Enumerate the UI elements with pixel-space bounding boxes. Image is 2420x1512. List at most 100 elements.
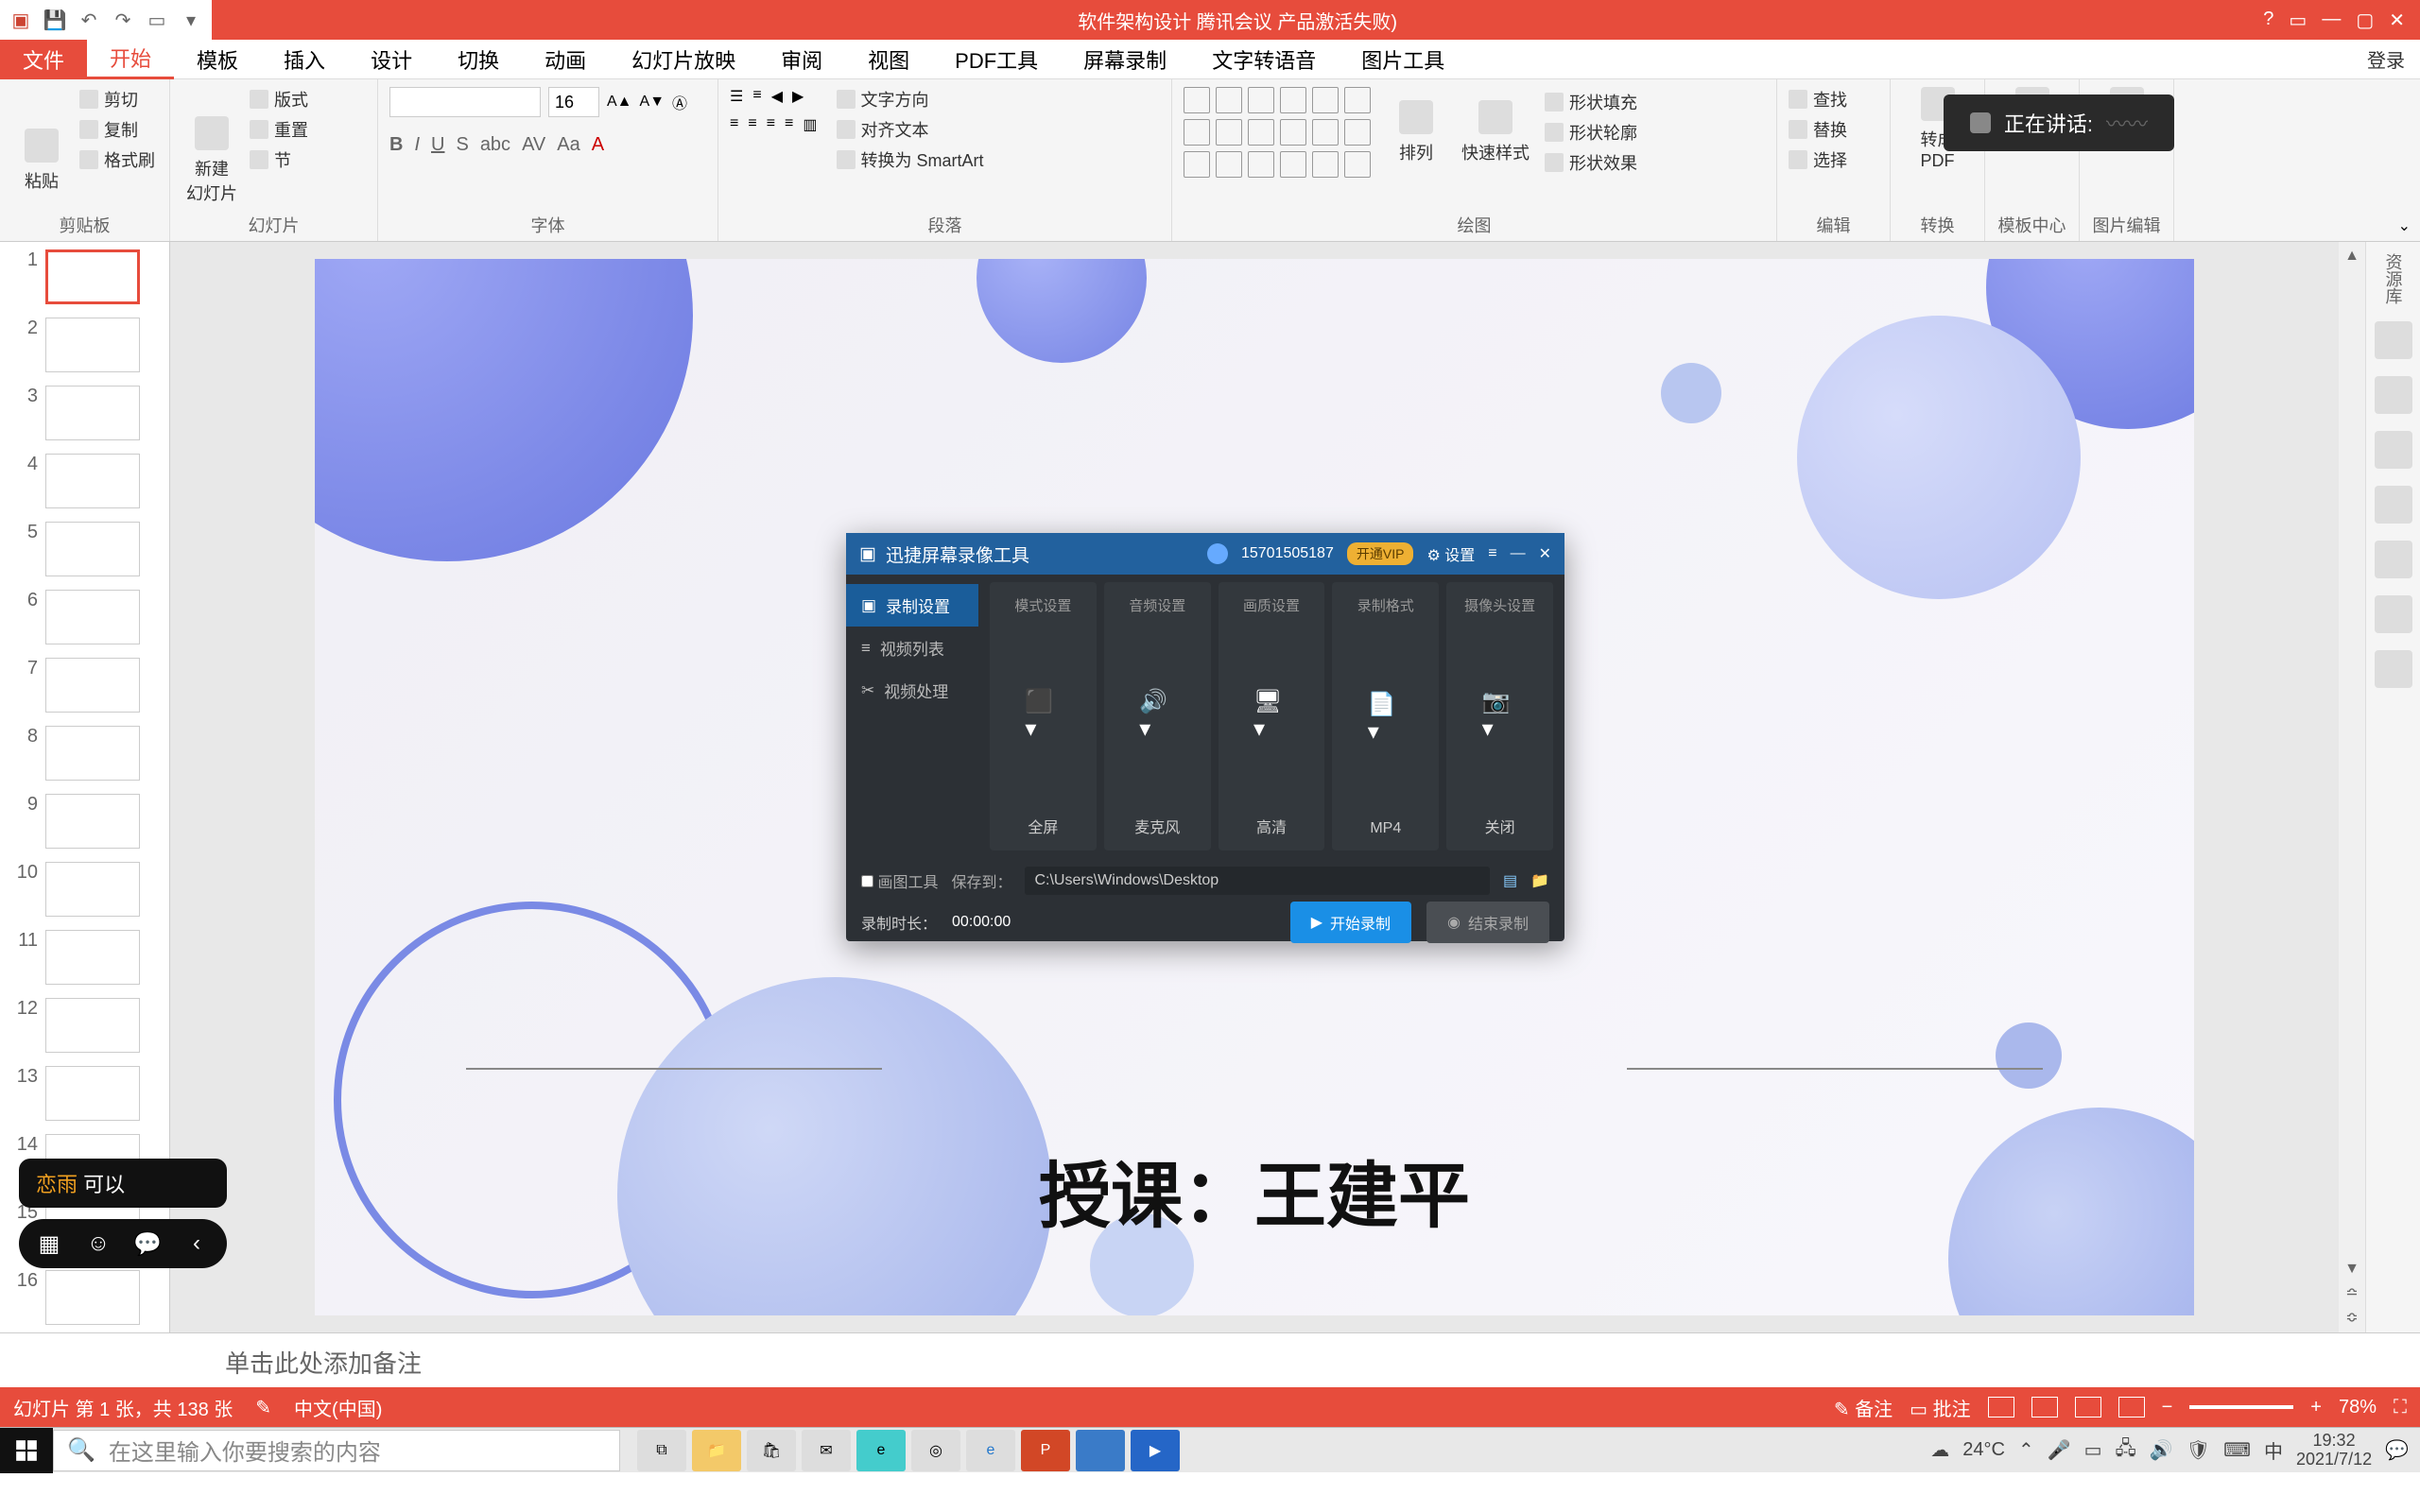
- font-family-input[interactable]: [389, 87, 541, 117]
- text-shadow-button[interactable]: abc: [480, 134, 510, 156]
- tray-network-icon[interactable]: 🖧: [2116, 1435, 2136, 1467]
- thumbnail-8[interactable]: 8: [8, 726, 162, 781]
- rside-item[interactable]: [2375, 541, 2412, 578]
- recorder-minimize-icon[interactable]: —: [1511, 545, 1526, 562]
- tab-animation[interactable]: 动画: [522, 40, 609, 79]
- shape-effects-button[interactable]: 形状效果: [1545, 150, 1637, 175]
- reset-button[interactable]: 重置: [250, 117, 308, 142]
- tray-security-icon[interactable]: 🛡: [2187, 1438, 2210, 1462]
- text-direction-button[interactable]: 文字方向: [837, 87, 984, 112]
- align-right-icon[interactable]: ≡: [767, 115, 775, 134]
- rside-item[interactable]: [2375, 431, 2412, 469]
- undo-icon[interactable]: ↶: [76, 7, 102, 33]
- minimize-icon[interactable]: —: [2322, 9, 2341, 32]
- recorder-card[interactable]: 画质设置🖥 ▾高清: [1219, 582, 1325, 850]
- quick-styles-button[interactable]: 快速样式: [1461, 100, 1530, 164]
- normal-view-icon[interactable]: [1988, 1397, 2014, 1418]
- change-case-button[interactable]: Aa: [557, 134, 579, 156]
- tray-ime-icon[interactable]: ⌨: [2223, 1438, 2251, 1462]
- scroll-down-icon[interactable]: ▼: [2344, 1261, 2360, 1278]
- thumbnail-13[interactable]: 13: [8, 1066, 162, 1121]
- slideshow-icon[interactable]: ▭: [144, 7, 170, 33]
- underline-button[interactable]: U: [431, 134, 444, 156]
- meeting-icon[interactable]: ▶: [1131, 1430, 1180, 1471]
- bold-button[interactable]: B: [389, 134, 403, 156]
- thumbnail-7[interactable]: 7: [8, 658, 162, 713]
- tab-record[interactable]: 屏幕录制: [1061, 40, 1189, 79]
- list-view-icon[interactable]: ▤: [1503, 871, 1517, 890]
- tab-design[interactable]: 设计: [348, 40, 435, 79]
- tab-image[interactable]: 图片工具: [1339, 40, 1467, 79]
- task-view-icon[interactable]: ⧉: [637, 1430, 686, 1471]
- ie-icon[interactable]: e: [966, 1430, 1015, 1471]
- rside-item[interactable]: [2375, 486, 2412, 524]
- zoom-in-icon[interactable]: +: [2310, 1397, 2322, 1418]
- recorder-settings-button[interactable]: ⚙ 设置: [1426, 542, 1475, 565]
- help-icon[interactable]: ?: [2263, 9, 2273, 32]
- thumbnail-6[interactable]: 6: [8, 590, 162, 644]
- font-color-button[interactable]: A: [592, 134, 604, 156]
- char-spacing-button[interactable]: AV: [522, 134, 545, 156]
- numbering-icon[interactable]: ≡: [752, 87, 761, 106]
- layout-button[interactable]: 版式: [250, 87, 308, 112]
- explorer-icon[interactable]: 📁: [692, 1430, 741, 1471]
- format-painter-button[interactable]: 格式刷: [79, 147, 155, 172]
- italic-button[interactable]: I: [414, 134, 420, 156]
- prev-slide-icon[interactable]: ≏: [2345, 1283, 2358, 1302]
- maximize-icon[interactable]: ▢: [2356, 9, 2374, 32]
- ribbon-display-icon[interactable]: ▭: [2289, 9, 2307, 32]
- indent-dec-icon[interactable]: ◀: [771, 87, 783, 106]
- copy-button[interactable]: 复制: [79, 117, 155, 142]
- thumbnail-16[interactable]: 16: [8, 1270, 162, 1325]
- shape-outline-button[interactable]: 形状轮廓: [1545, 120, 1637, 145]
- arrange-button[interactable]: 排列: [1386, 100, 1446, 164]
- more-qat-icon[interactable]: ▾: [178, 7, 204, 33]
- strikethrough-button[interactable]: S: [456, 134, 468, 156]
- app-icon[interactable]: ◎: [911, 1430, 960, 1471]
- collapse-ribbon-icon[interactable]: ⌄: [2398, 216, 2411, 235]
- recorder-card[interactable]: 摄像头设置📷 ▾关闭: [1446, 582, 1553, 850]
- tray-chevron-icon[interactable]: ⌃: [2018, 1438, 2034, 1462]
- thumbnail-1[interactable]: 1: [8, 249, 162, 304]
- vip-badge[interactable]: 开通VIP: [1347, 542, 1414, 565]
- indent-inc-icon[interactable]: ▶: [792, 87, 804, 106]
- cut-button[interactable]: 剪切: [79, 87, 155, 112]
- columns-icon[interactable]: ▥: [803, 115, 817, 134]
- tab-review[interactable]: 审阅: [758, 40, 845, 79]
- reading-view-icon[interactable]: [2075, 1397, 2101, 1418]
- save-icon[interactable]: 💾: [42, 7, 68, 33]
- slide[interactable]: 授课：王建平 ▣ 迅捷屏幕录像工具 15701505187 开通VIP ⚙ 设置…: [315, 259, 2194, 1315]
- thumbnail-2[interactable]: 2: [8, 318, 162, 372]
- chat-collapse-icon[interactable]: ‹: [180, 1227, 214, 1261]
- tab-template[interactable]: 模板: [174, 40, 261, 79]
- chat-apps-icon[interactable]: ▦: [32, 1227, 66, 1261]
- rside-item[interactable]: [2375, 595, 2412, 633]
- notes-toggle[interactable]: ✎ 备注: [1834, 1394, 1893, 1421]
- comments-toggle[interactable]: ▭ 批注: [1910, 1394, 1970, 1421]
- thumbnail-3[interactable]: 3: [8, 386, 162, 440]
- shapes-gallery[interactable]: [1184, 87, 1371, 178]
- paste-button[interactable]: 粘贴: [11, 87, 72, 233]
- find-button[interactable]: 查找: [1789, 87, 1878, 112]
- tray-volume-icon[interactable]: 🔊: [2150, 1438, 2173, 1462]
- next-slide-icon[interactable]: ≎: [2345, 1308, 2358, 1327]
- language-indicator[interactable]: 中文(中国): [294, 1394, 382, 1421]
- scroll-up-icon[interactable]: ▲: [2344, 248, 2360, 265]
- align-text-button[interactable]: 对齐文本: [837, 117, 984, 142]
- align-center-icon[interactable]: ≡: [748, 115, 756, 134]
- tab-view[interactable]: 视图: [845, 40, 932, 79]
- powerpoint-icon[interactable]: P: [1021, 1430, 1070, 1471]
- drawing-tool-checkbox[interactable]: 画图工具: [861, 869, 938, 892]
- thumbnail-12[interactable]: 12: [8, 998, 162, 1053]
- recorder-card[interactable]: 音频设置🔊 ▾麦克风: [1104, 582, 1211, 850]
- recorder-card[interactable]: 录制格式📄 ▾MP4: [1332, 582, 1439, 850]
- app-icon[interactable]: [1076, 1430, 1125, 1471]
- stop-record-button[interactable]: ◉结束录制: [1426, 902, 1549, 943]
- rside-item[interactable]: [2375, 650, 2412, 688]
- tab-tts[interactable]: 文字转语音: [1189, 40, 1339, 79]
- thumbnail-5[interactable]: 5: [8, 522, 162, 576]
- taskbar-search[interactable]: 🔍 在这里输入你要搜索的内容: [53, 1430, 620, 1471]
- tab-insert[interactable]: 插入: [261, 40, 348, 79]
- vertical-scrollbar[interactable]: ▲ ▼ ≏ ≎: [2339, 242, 2365, 1332]
- thumbnail-4[interactable]: 4: [8, 454, 162, 508]
